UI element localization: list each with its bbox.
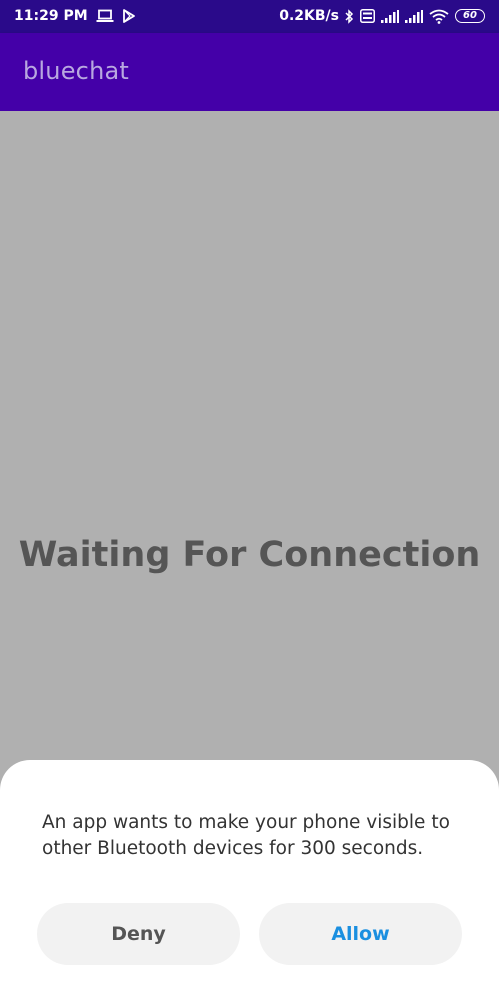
- battery-icon: 60: [455, 9, 485, 23]
- status-bar: 11:29 PM 0.2KB/s 60: [0, 0, 499, 33]
- screen: 11:29 PM 0.2KB/s 60 bluechat Waiting For…: [0, 0, 499, 999]
- status-left: 11:29 PM: [14, 8, 136, 24]
- app-title: bluechat: [23, 57, 130, 85]
- allow-button[interactable]: Allow: [259, 903, 462, 965]
- signal-icon: [381, 9, 399, 23]
- status-time: 11:29 PM: [14, 8, 88, 24]
- deny-button[interactable]: Deny: [37, 903, 240, 965]
- signal-icon-2: [405, 9, 423, 23]
- net-speed: 0.2KB/s: [279, 8, 339, 24]
- laptop-icon: [96, 9, 114, 23]
- play-store-icon: [122, 9, 136, 23]
- volte-icon: [360, 9, 375, 23]
- bluetooth-icon: [345, 8, 354, 24]
- status-right: 0.2KB/s 60: [279, 8, 485, 24]
- connection-status-text: Waiting For Connection: [18, 535, 481, 575]
- wifi-icon: [429, 9, 449, 24]
- dialog-message: An app wants to make your phone visible …: [42, 812, 450, 859]
- app-bar: bluechat: [0, 33, 499, 111]
- bluetooth-visibility-dialog: An app wants to make your phone visible …: [0, 760, 499, 999]
